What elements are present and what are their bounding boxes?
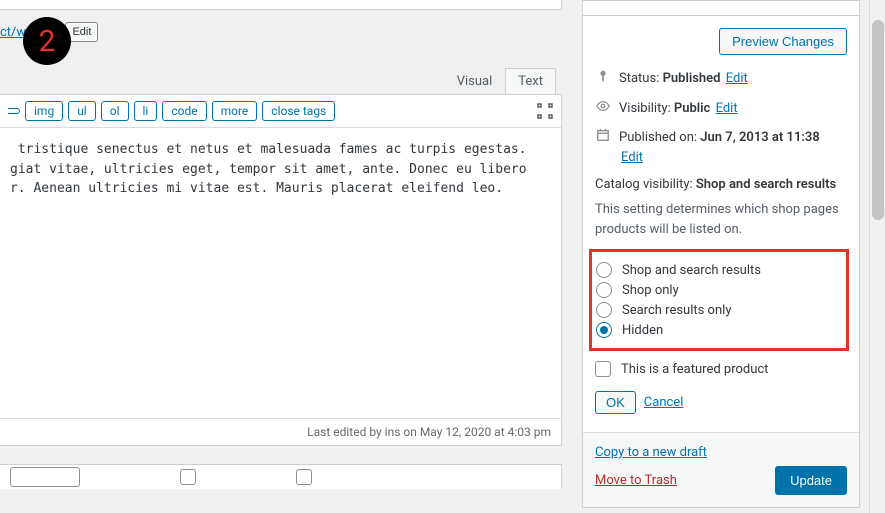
edit-status-link[interactable]: Edit xyxy=(726,71,748,86)
status-text: Status: Published Edit xyxy=(619,69,748,89)
scrollbar-thumb[interactable] xyxy=(872,20,884,220)
tab-text[interactable]: Text xyxy=(505,68,556,94)
catalog-visibility-row: Catalog visibility: Shop and search resu… xyxy=(595,177,847,192)
toolbar-li-button[interactable]: li xyxy=(134,101,158,121)
radio-label: Hidden xyxy=(622,323,663,338)
copy-to-draft-link[interactable]: Copy to a new draft xyxy=(595,445,707,460)
publish-panel: Publish Preview Changes Status: Publishe… xyxy=(582,0,860,508)
radio-shop-and-search[interactable]: Shop and search results xyxy=(596,260,840,280)
annotation-badge-2: 2 xyxy=(23,17,71,65)
toolbar-partial-button[interactable] xyxy=(8,108,20,114)
toolbar-img-button[interactable]: img xyxy=(25,101,63,121)
radio-label: Shop and search results xyxy=(622,263,761,278)
calendar-icon xyxy=(595,128,611,142)
eye-icon xyxy=(595,99,611,113)
published-text: Published on: Jun 7, 2013 at 11:38 Edit xyxy=(619,128,847,167)
radio-icon xyxy=(596,262,612,278)
scrollbar-track[interactable] xyxy=(869,0,885,513)
editor-toolbar: img ul ol li code more close tags xyxy=(0,95,561,128)
permalink-row: ct/we e-2/ Edit xyxy=(0,10,562,50)
editor-box: img ul ol li code more close tags tristi… xyxy=(0,94,562,446)
radio-shop-only[interactable]: Shop only xyxy=(596,280,840,300)
publish-panel-footer: Copy to a new draft Move to Trash Update xyxy=(583,432,859,507)
bottom-input[interactable] xyxy=(10,467,80,487)
edit-visibility-link[interactable]: Edit xyxy=(716,101,738,116)
bottom-panel-edge xyxy=(0,464,562,489)
toolbar-more-button[interactable]: more xyxy=(212,101,258,121)
toolbar-ol-button[interactable]: ol xyxy=(101,101,129,121)
move-to-trash-link[interactable]: Move to Trash xyxy=(595,473,677,488)
radio-label: Shop only xyxy=(622,283,679,298)
radio-icon-checked xyxy=(596,322,612,338)
featured-label: This is a featured product xyxy=(621,362,768,377)
radio-label: Search results only xyxy=(622,303,731,318)
editor-textarea[interactable]: tristique senectus et netus et malesuada… xyxy=(0,128,561,418)
top-panel-edge xyxy=(0,0,562,10)
visibility-text: Visibility: Public Edit xyxy=(619,99,738,119)
radio-hidden[interactable]: Hidden xyxy=(596,320,840,340)
radio-icon xyxy=(596,282,612,298)
catalog-options-highlight: Shop and search results Shop only Search… xyxy=(589,249,849,351)
tab-visual[interactable]: Visual xyxy=(444,68,506,94)
featured-checkbox-row[interactable]: This is a featured product xyxy=(595,361,847,377)
toolbar-ul-button[interactable]: ul xyxy=(68,101,96,121)
catalog-description: This setting determines which shop pages… xyxy=(595,200,847,239)
update-button[interactable]: Update xyxy=(775,466,847,495)
bottom-checkbox-1[interactable] xyxy=(180,469,196,485)
edit-date-link[interactable]: Edit xyxy=(621,150,643,165)
bottom-checkbox-2[interactable] xyxy=(296,469,312,485)
publish-panel-header[interactable]: Publish xyxy=(583,1,859,16)
radio-search-only[interactable]: Search results only xyxy=(596,300,840,320)
radio-icon xyxy=(596,302,612,318)
editor-tabs: Visual Text xyxy=(0,68,562,94)
checkbox-icon xyxy=(595,361,611,377)
fullscreen-icon[interactable] xyxy=(537,103,553,119)
cancel-link[interactable]: Cancel xyxy=(644,395,684,410)
ok-button[interactable]: OK xyxy=(595,391,636,414)
editor-footer: Last edited by ins on May 12, 2020 at 4:… xyxy=(0,418,561,445)
toolbar-close-tags-button[interactable]: close tags xyxy=(262,101,335,121)
preview-changes-button[interactable]: Preview Changes xyxy=(719,28,847,55)
toolbar-code-button[interactable]: code xyxy=(162,101,206,121)
pin-icon xyxy=(595,69,611,83)
